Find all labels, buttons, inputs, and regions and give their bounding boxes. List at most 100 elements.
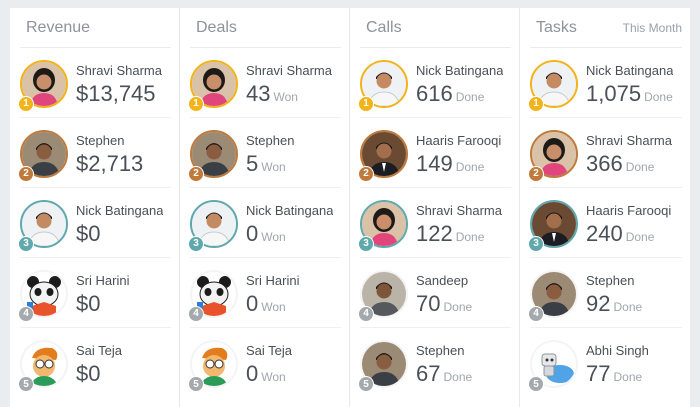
metric-value: 0: [246, 220, 259, 246]
metric: 5 Won: [246, 151, 294, 177]
user-name[interactable]: Nick Batingana: [246, 203, 333, 218]
user-name[interactable]: Stephen: [416, 343, 472, 358]
metric: 77 Done: [586, 361, 649, 387]
avatar-wrapper: 1: [18, 59, 70, 112]
user-name[interactable]: Nick Batingana: [586, 63, 673, 78]
leaderboard-row[interactable]: 2 Shravi Sharma 366 Done: [528, 118, 682, 188]
avatar-wrapper: 1: [358, 59, 410, 112]
leaderboard-row[interactable]: 1 Shravi Sharma $13,745: [18, 48, 171, 118]
avatar-wrapper: 2: [358, 129, 410, 182]
leaderboard-row[interactable]: 3 Nick Batingana $0: [18, 188, 171, 258]
leaderboard-row[interactable]: 3 Haaris Farooqi 240 Done: [528, 188, 682, 258]
metric-unit: Done: [625, 229, 655, 244]
user-name[interactable]: Sri Harini: [76, 273, 129, 288]
row-info: Sai Teja 0 Won: [246, 343, 292, 387]
column-title: Tasks: [536, 18, 577, 36]
user-name[interactable]: Haaris Farooqi: [416, 133, 501, 148]
column-1: Deals 1 Shravi Sharma 43 Won 2 Stephen 5 Won 3 Nic…: [180, 8, 350, 407]
metric-unit: Won: [273, 89, 298, 104]
leaderboard-row[interactable]: 1 Shravi Sharma 43 Won: [188, 48, 341, 118]
row-info: Shravi Sharma $13,745: [76, 63, 162, 107]
avatar-wrapper: 3: [358, 199, 410, 252]
rank-badge: 4: [18, 305, 34, 322]
user-name[interactable]: Stephen: [76, 133, 146, 148]
row-info: Sandeep 70 Done: [416, 273, 472, 317]
column-title: Revenue: [26, 18, 91, 36]
metric-value: 616: [416, 80, 453, 106]
column-title: Deals: [196, 18, 237, 36]
row-info: Nick Batingana 616 Done: [416, 63, 503, 107]
leaderboard-row[interactable]: 2 Haaris Farooqi 149 Done: [358, 118, 511, 188]
leaderboard-row[interactable]: 3 Shravi Sharma 122 Done: [358, 188, 511, 258]
user-name[interactable]: Shravi Sharma: [586, 133, 672, 148]
avatar-wrapper: 2: [18, 129, 70, 182]
user-name[interactable]: Sai Teja: [246, 343, 292, 358]
avatar-wrapper: 3: [528, 199, 580, 252]
user-name[interactable]: Nick Batingana: [416, 63, 503, 78]
leaderboard-row[interactable]: 4 Sandeep 70 Done: [358, 258, 511, 328]
row-info: Haaris Farooqi 149 Done: [416, 133, 501, 177]
user-name[interactable]: Shravi Sharma: [76, 63, 162, 78]
user-name[interactable]: Abhi Singh: [586, 343, 649, 358]
leaderboard-row[interactable]: 4 Sri Harini 0 Won: [188, 258, 341, 328]
row-info: Stephen 92 Done: [586, 273, 642, 317]
metric: 67 Done: [416, 361, 472, 387]
leaderboard-row[interactable]: 2 Stephen $2,713: [18, 118, 171, 188]
leaderboard-row[interactable]: 5 Stephen 67 Done: [358, 328, 511, 398]
user-name[interactable]: Shravi Sharma: [246, 63, 332, 78]
user-name[interactable]: Nick Batingana: [76, 203, 163, 218]
user-name[interactable]: Stephen: [586, 273, 642, 288]
metric-unit: Done: [613, 370, 643, 384]
column-header: Revenue: [20, 8, 171, 48]
leaderboard: Revenue 1 Shravi Sharma $13,745 2 Stephen $2,7…: [10, 8, 690, 407]
leaderboard-row[interactable]: 3 Nick Batingana 0 Won: [188, 188, 341, 258]
metric-unit: Done: [625, 159, 655, 174]
column-header: Deals: [190, 8, 341, 48]
column-3: Tasks This Month 1 Nick Batingana 1,075 Done 2…: [520, 8, 690, 407]
user-name[interactable]: Stephen: [246, 133, 294, 148]
avatar-wrapper: 4: [188, 269, 240, 322]
user-name[interactable]: Sai Teja: [76, 343, 122, 358]
rank-badge: 4: [358, 305, 374, 322]
metric-unit: Done: [455, 89, 485, 104]
avatar-wrapper: 1: [188, 59, 240, 112]
user-name[interactable]: Sandeep: [416, 273, 472, 288]
user-name[interactable]: Sri Harini: [246, 273, 299, 288]
metric: $0: [76, 361, 122, 387]
leaderboard-row[interactable]: 1 Nick Batingana 616 Done: [358, 48, 511, 118]
avatar-wrapper: 4: [528, 269, 580, 322]
leaderboard-row[interactable]: 5 Sai Teja 0 Won: [188, 328, 341, 398]
leaderboard-row[interactable]: 2 Stephen 5 Won: [188, 118, 341, 188]
leaderboard-row[interactable]: 5 Abhi Singh 77 Done: [528, 328, 682, 398]
metric: 149 Done: [416, 151, 501, 177]
rank-badge: 1: [528, 95, 544, 112]
column-0: Revenue 1 Shravi Sharma $13,745 2 Stephen $2,7…: [10, 8, 180, 407]
avatar-wrapper: 2: [188, 129, 240, 182]
metric: 240 Done: [586, 221, 671, 247]
metric-unit: Done: [443, 299, 473, 314]
rank-badge: 3: [528, 235, 544, 252]
leaderboard-row[interactable]: 5 Sai Teja $0: [18, 328, 171, 398]
user-name[interactable]: Haaris Farooqi: [586, 203, 671, 218]
metric-value: 92: [586, 290, 611, 316]
metric-value: 149: [416, 150, 453, 176]
column-header: Calls: [360, 8, 511, 48]
avatar-wrapper: 5: [188, 340, 240, 392]
rank-badge: 5: [528, 376, 544, 392]
user-name[interactable]: Shravi Sharma: [416, 203, 502, 218]
metric: 616 Done: [416, 81, 503, 107]
metric-unit: Done: [443, 370, 473, 384]
metric-unit: Done: [644, 89, 673, 104]
row-info: Stephen 5 Won: [246, 133, 294, 177]
period-filter[interactable]: This Month: [623, 21, 682, 35]
rank-badge: 2: [528, 165, 544, 182]
row-info: Abhi Singh 77 Done: [586, 343, 649, 387]
avatar-wrapper: 3: [18, 199, 70, 252]
leaderboard-row[interactable]: 1 Nick Batingana 1,075 Done: [528, 48, 682, 118]
metric: 92 Done: [586, 291, 642, 317]
metric-unit: Won: [261, 159, 286, 174]
rank-badge: 2: [188, 165, 204, 182]
leaderboard-row[interactable]: 4 Sri Harini $0: [18, 258, 171, 328]
metric: $13,745: [76, 81, 162, 107]
leaderboard-row[interactable]: 4 Stephen 92 Done: [528, 258, 682, 328]
